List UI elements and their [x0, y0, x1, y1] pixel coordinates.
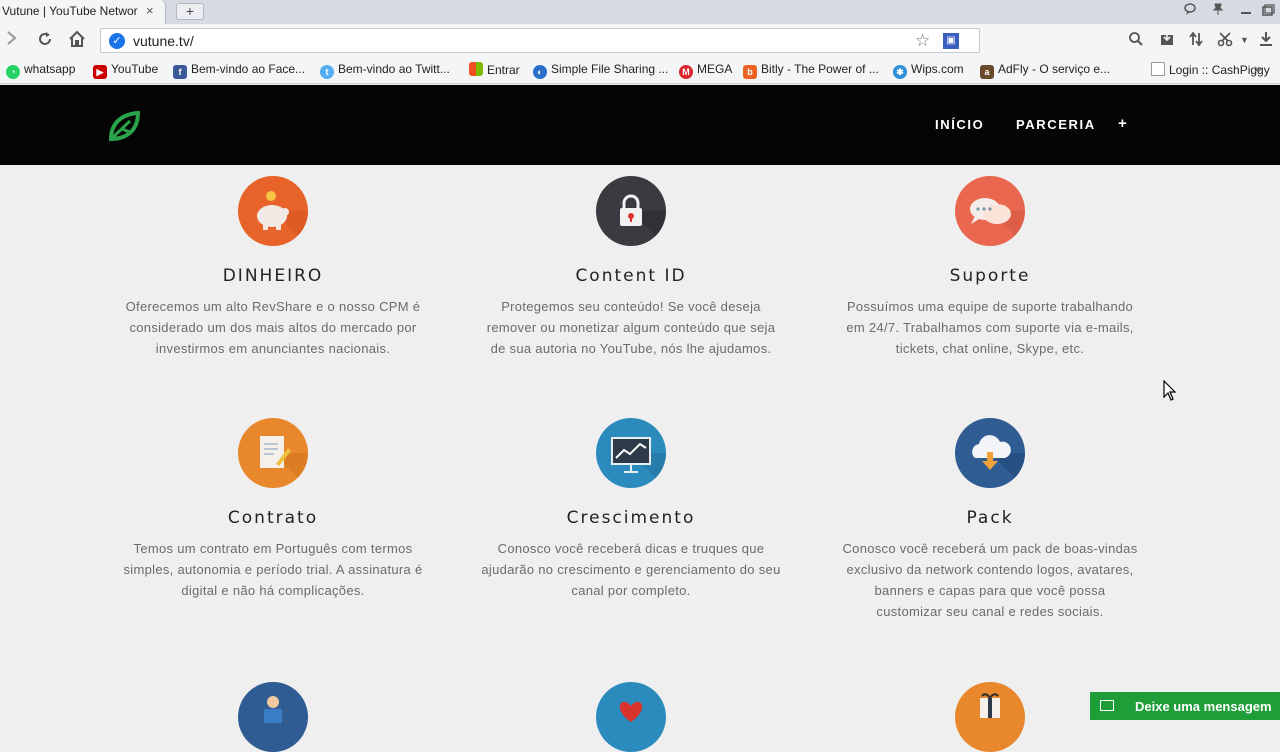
address-bar[interactable]: ✓ vutune.tv/ ☆ ▣	[100, 28, 980, 53]
bookmark-label: Bitly - The Power of ...	[761, 62, 879, 76]
bookmark-twitter[interactable]: t Bem-vindo ao Twitt...	[320, 62, 450, 79]
leave-message-label: Deixe uma mensagem	[1135, 699, 1272, 714]
feature-text: Conosco você receberá um pack de boas-vi…	[842, 541, 1138, 619]
page-icon	[1151, 62, 1165, 76]
back-icon[interactable]	[6, 30, 18, 51]
twitter-icon: t	[320, 65, 334, 79]
scissors-icon[interactable]	[1217, 31, 1235, 51]
profile-icon[interactable]	[1183, 2, 1197, 19]
nav-parceria[interactable]: PARCERIA	[1016, 117, 1096, 132]
bookmark-label: MEGA	[697, 62, 733, 76]
feature-text: Oferecemos um alto RevShare e o nosso CP…	[125, 299, 421, 356]
bookmark-star-icon[interactable]: ☆	[915, 31, 930, 51]
cloud-download-icon	[955, 418, 1025, 488]
bookmark-label: AdFly - O serviço e...	[998, 62, 1111, 76]
feature-title: Pack	[966, 508, 1014, 528]
sync-arrows-icon[interactable]	[1188, 31, 1204, 51]
bookmark-wips[interactable]: ✱ Wips.com	[893, 62, 964, 79]
bookmark-label: Entrar	[487, 63, 520, 77]
feature-title: Crescimento	[566, 508, 696, 528]
bookmark-label: YouTube	[111, 62, 159, 76]
whatsapp-icon: ◔	[6, 65, 20, 79]
extension-icon[interactable]: ▣	[943, 33, 959, 49]
vutune-logo-icon[interactable]	[108, 109, 142, 143]
secure-check-icon: ✓	[109, 33, 125, 49]
tab-title: Vutune | YouTube Networ	[2, 4, 138, 18]
bookmark-adfly[interactable]: a AdFly - O serviço e...	[980, 62, 1110, 79]
youtube-icon: ▶	[93, 65, 107, 79]
feature-pack: Pack Conosco você receberá um pack de bo…	[840, 418, 1140, 622]
pin-icon[interactable]	[1211, 2, 1225, 19]
feature-content-id: Content ID Protegemos seu conteúdo! Se v…	[481, 176, 781, 359]
browser-toolbar: ✓ vutune.tv/ ☆ ▣ ▼	[0, 24, 1280, 56]
facebook-icon: f	[173, 65, 187, 79]
search-icon[interactable]	[1128, 31, 1144, 51]
user-icon	[238, 682, 308, 752]
feature-text: Conosco você receberá dicas e truques qu…	[481, 541, 781, 598]
tab-close-button[interactable]: ×	[146, 3, 154, 18]
feature-title: Contrato	[227, 508, 319, 528]
envelope-icon	[1100, 700, 1114, 711]
contract-icon	[238, 418, 308, 488]
bookmark-cashpiggy[interactable]: Login :: CashPiggy	[1151, 62, 1270, 77]
feature-text: Possuímos uma equipe de suporte trabalha…	[846, 299, 1134, 356]
address-url: vutune.tv/	[133, 33, 194, 49]
chevron-down-icon[interactable]: ▼	[1240, 35, 1249, 45]
feature-suporte: Suporte Possuímos uma equipe de suporte …	[840, 176, 1140, 359]
feature-title: Suporte	[949, 266, 1031, 286]
browser-tab[interactable]: Vutune | YouTube Networ ×	[0, 0, 166, 24]
mega-icon: M	[679, 65, 693, 79]
feature-title: Content ID	[575, 266, 687, 286]
file-sharing-icon: ◐	[533, 65, 547, 79]
feature-text: Temos um contrato em Português com termo…	[123, 541, 423, 598]
chat-bubbles-icon	[955, 176, 1025, 246]
microsoft-icon	[469, 62, 483, 76]
bookmarks-bar: ◔ whatsapp ▶ YouTube f Bem-vindo ao Face...…	[0, 56, 1280, 84]
bookmark-entrar[interactable]: Entrar	[469, 62, 520, 77]
download-manager-icon[interactable]	[1159, 31, 1175, 51]
features-section: DINHEIRO Oferecemos um alto RevShare e o…	[0, 165, 1280, 752]
nav-inicio[interactable]: INÍCIO	[935, 117, 984, 132]
lock-icon	[596, 176, 666, 246]
restore-icon[interactable]	[1262, 4, 1275, 20]
new-tab-button[interactable]: +	[176, 3, 204, 20]
bookmark-bitly[interactable]: b Bitly - The Power of ...	[743, 62, 879, 79]
bookmark-label: Bem-vindo ao Face...	[191, 62, 306, 76]
bookmark-label: Wips.com	[911, 62, 964, 76]
feature-dinheiro: DINHEIRO Oferecemos um alto RevShare e o…	[123, 176, 423, 359]
feature-crescimento: Crescimento Conosco você receberá dicas …	[481, 418, 781, 601]
wips-icon: ✱	[893, 65, 907, 79]
minimize-icon[interactable]	[1240, 5, 1252, 20]
bookmark-label: whatsapp	[24, 62, 76, 76]
feature-title: DINHEIRO	[222, 266, 324, 286]
download-icon[interactable]	[1258, 31, 1274, 51]
reload-icon[interactable]	[36, 30, 54, 53]
bookmark-simple-file-sharing[interactable]: ◐ Simple File Sharing ...	[533, 62, 668, 79]
bookmark-youtube[interactable]: ▶ YouTube	[93, 62, 158, 79]
nav-more-button[interactable]: +	[1118, 115, 1128, 132]
bookmarks-more-button[interactable]: »	[1254, 60, 1262, 76]
browser-tab-strip: Vutune | YouTube Networ × +	[0, 0, 1280, 24]
leave-message-button[interactable]: Deixe uma mensagem	[1090, 692, 1280, 720]
gift-icon	[955, 682, 1025, 752]
heart-icon	[596, 682, 666, 752]
adfly-icon: a	[980, 65, 994, 79]
bookmark-label: Simple File Sharing ...	[551, 62, 669, 76]
home-icon[interactable]	[68, 30, 86, 53]
piggy-bank-icon	[238, 176, 308, 246]
feature-text: Protegemos seu conteúdo! Se você deseja …	[486, 299, 776, 356]
bitly-icon: b	[743, 65, 757, 79]
bookmark-mega[interactable]: M MEGA	[679, 62, 732, 79]
bookmark-whatsapp[interactable]: ◔ whatsapp	[6, 62, 75, 79]
site-header: INÍCIO PARCERIA +	[0, 85, 1280, 165]
mouse-cursor-icon	[1163, 379, 1177, 407]
feature-contrato: Contrato Temos um contrato em Português …	[123, 418, 423, 601]
bookmark-label: Bem-vindo ao Twitt...	[338, 62, 450, 76]
growth-chart-icon	[596, 418, 666, 488]
bookmark-facebook[interactable]: f Bem-vindo ao Face...	[173, 62, 305, 79]
